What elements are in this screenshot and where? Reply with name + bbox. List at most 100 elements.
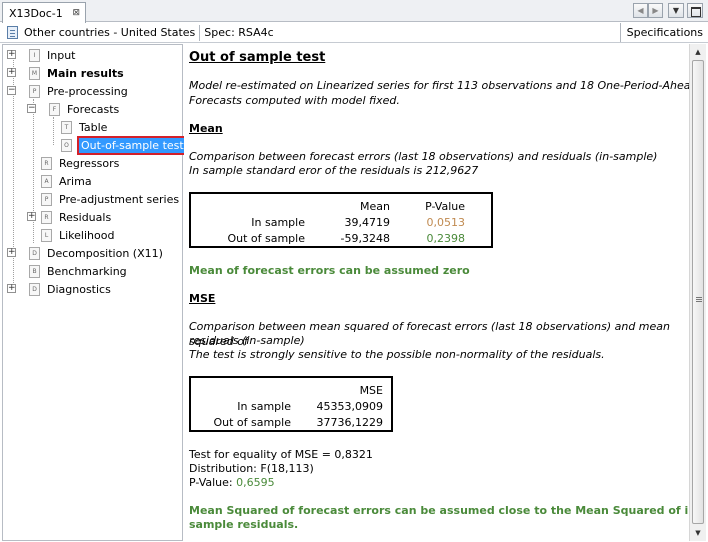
mean-conclusion: Mean of forecast errors can be assumed z… <box>189 264 470 277</box>
expand-icon[interactable]: + <box>27 212 36 221</box>
tree-item-label: Likelihood <box>59 228 115 242</box>
mean-table-header: Mean P-Value <box>191 198 491 214</box>
mean-heading: Mean <box>189 122 223 135</box>
tab-list-dropdown-icon[interactable]: ▼ <box>668 3 684 18</box>
decomposition-node-icon: D <box>29 246 40 260</box>
tree-item-label: Main results <box>47 66 124 80</box>
tree-item-label: Pre-adjustment series <box>59 192 180 206</box>
document-info-bar: Other countries - United States Spec: RS… <box>0 23 708 43</box>
mse-value: 45353,0909 <box>316 399 383 413</box>
results-tree: + I Input + M Main results − P Pre-proce… <box>2 44 188 541</box>
expand-icon[interactable]: + <box>7 68 16 77</box>
pvalue-label: P-Value: <box>189 476 237 489</box>
tree-item-table[interactable]: T Table <box>61 118 107 136</box>
column-header-mse: MSE <box>359 383 383 397</box>
tree-item-label: Input <box>47 48 76 62</box>
separator <box>199 24 201 41</box>
main-results-node-icon: M <box>29 66 40 80</box>
tree-item-main-results[interactable]: + M Main results <box>7 64 124 82</box>
grip-icon <box>696 297 702 302</box>
collapse-icon[interactable]: − <box>7 86 16 95</box>
tree-item-forecasts[interactable]: − F Forecasts <box>27 100 119 118</box>
mse-table: MSE In sample 45353,0909 Out of sample 3… <box>189 376 393 432</box>
expand-icon[interactable]: + <box>7 284 16 293</box>
pvalue: 0,6595 <box>236 476 275 489</box>
document-tab[interactable]: X13Doc-1 ⊠ <box>2 2 86 23</box>
tree-item-label: Forecasts <box>67 102 120 116</box>
out-of-sample-node-icon: O <box>61 138 72 152</box>
column-header-mean: Mean <box>360 199 390 213</box>
tree-item-label: Diagnostics <box>47 282 111 296</box>
row-label: In sample <box>237 399 291 413</box>
document-tab-strip: X13Doc-1 ⊠ ◀ ▶ ▼ <box>0 0 708 23</box>
intro-line-1: Model re-estimated on Linearized series … <box>189 79 698 92</box>
row-label: Out of sample <box>227 231 305 245</box>
collapse-icon[interactable]: − <box>27 104 36 113</box>
maximize-icon[interactable] <box>687 3 703 18</box>
regressors-node-icon: R <box>41 156 52 170</box>
tree-item-benchmarking[interactable]: B Benchmarking <box>29 262 127 280</box>
tree-item-preadjustment-series[interactable]: P Pre-adjustment series <box>41 190 179 208</box>
scroll-down-icon[interactable]: ▼ <box>690 526 706 540</box>
tree-item-label: Benchmarking <box>47 264 127 278</box>
tree-item-preprocessing[interactable]: − P Pre-processing <box>7 82 128 100</box>
mse-table-header: MSE <box>191 382 389 398</box>
tree-item-label: Table <box>79 120 108 134</box>
arima-node-icon: A <box>41 174 52 188</box>
scroll-left-icon[interactable]: ◀ <box>633 3 648 18</box>
tree-item-residuals[interactable]: + R Residuals <box>27 208 111 226</box>
mse-conclusion-1: Mean Squared of forecast errors can be a… <box>189 504 697 517</box>
document-tab-label: X13Doc-1 <box>9 6 63 20</box>
tree-item-label: Residuals <box>59 210 112 224</box>
tree-item-diagnostics[interactable]: + D Diagnostics <box>7 280 111 298</box>
scrollbar-thumb[interactable] <box>692 60 704 524</box>
row-label: Out of sample <box>213 415 291 429</box>
report-scrollbar[interactable]: ▲ ▼ <box>689 44 706 541</box>
preadjustment-node-icon: P <box>41 192 52 206</box>
pvalue: 0,0513 <box>426 215 466 229</box>
tree-item-regressors[interactable]: R Regressors <box>41 154 119 172</box>
specification-name: Spec: RSA4c <box>204 26 274 39</box>
forecasts-node-icon: F <box>49 102 60 116</box>
tree-item-out-of-sample-test[interactable]: O Out-of-sample test <box>61 135 188 155</box>
table-row: Out of sample 37736,1229 <box>191 414 389 430</box>
tree-item-label: Arima <box>59 174 92 188</box>
mean-description-2: In sample standard eror of the residuals… <box>189 164 479 177</box>
expand-icon[interactable]: + <box>7 50 16 59</box>
tree-item-label: Regressors <box>59 156 120 170</box>
tree-item-label: Decomposition (X11) <box>47 246 163 260</box>
tab-close-icon[interactable]: ⊠ <box>72 8 80 18</box>
column-header-pvalue: P-Value <box>425 199 465 213</box>
table-node-icon: T <box>61 120 72 134</box>
mse-value: 37736,1229 <box>316 415 383 429</box>
preprocessing-node-icon: P <box>29 84 40 98</box>
likelihood-node-icon: L <box>41 228 52 242</box>
tree-item-likelihood[interactable]: L Likelihood <box>41 226 114 244</box>
input-node-icon: I <box>29 48 40 62</box>
mean-value: 39,4719 <box>344 215 391 229</box>
table-row: In sample 39,4719 0,0513 <box>191 214 491 230</box>
expand-icon[interactable]: + <box>7 248 16 257</box>
specifications-button[interactable]: Specifications <box>619 23 708 42</box>
scroll-up-icon[interactable]: ▲ <box>690 45 706 59</box>
tab-navigation: ◀ ▶ <box>633 3 663 18</box>
table-row: In sample 45353,0909 <box>191 398 389 414</box>
mean-value: -59,3248 <box>340 231 390 245</box>
mean-description-1: Comparison between forecast errors (last… <box>189 150 658 163</box>
tree-item-arima[interactable]: A Arima <box>41 172 92 190</box>
intro-line-2: Forecasts computed with model fixed. <box>189 94 400 107</box>
tree-item-label: Pre-processing <box>47 84 128 98</box>
report-title: Out of sample test <box>189 50 326 65</box>
pvalue: 0,2398 <box>426 231 466 245</box>
tree-item-decomposition[interactable]: + D Decomposition (X11) <box>7 244 163 262</box>
benchmarking-node-icon: B <box>29 264 40 278</box>
mse-distribution: Distribution: F(18,113) <box>189 462 314 475</box>
scroll-right-icon[interactable]: ▶ <box>648 3 663 18</box>
mse-pvalue-line: P-Value: 0,6595 <box>189 475 275 490</box>
tree-item-label-selected: Out-of-sample test <box>77 135 188 155</box>
row-label: In sample <box>251 215 305 229</box>
series-icon <box>7 26 18 39</box>
tree-guide <box>53 117 54 145</box>
mse-description-3: The test is strongly sensitive to the po… <box>189 348 605 361</box>
tree-item-input[interactable]: + I Input <box>7 46 75 64</box>
